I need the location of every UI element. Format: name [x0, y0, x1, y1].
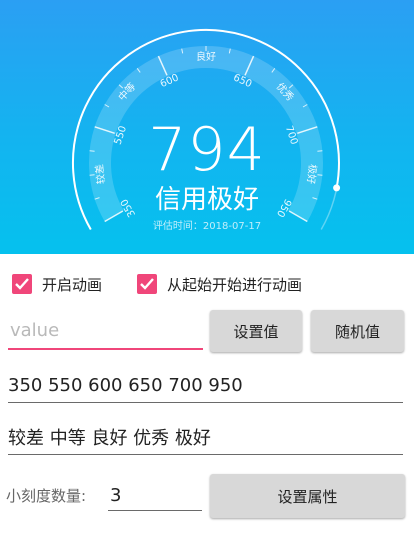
credit-level: 信用极好	[154, 185, 259, 215]
animate-label: 开启动画	[42, 275, 103, 294]
scale-values-input[interactable]	[8, 368, 403, 403]
checkmark-icon	[15, 278, 29, 290]
animate-checkbox[interactable]	[12, 274, 32, 294]
range-label: 良好	[196, 50, 216, 63]
set-attributes-button[interactable]: 设置属性	[210, 474, 405, 518]
random-value-button[interactable]: 随机值	[311, 310, 404, 352]
checkmark-icon	[140, 278, 154, 290]
credit-score: 794	[148, 115, 266, 185]
animate-option[interactable]: 开启动画	[12, 270, 102, 298]
range-labels-input[interactable]	[8, 420, 403, 455]
set-value-button[interactable]: 设置值	[210, 310, 302, 352]
tick-count-input[interactable]	[108, 480, 202, 511]
from-start-label: 从起始开始进行动画	[167, 275, 303, 294]
from-start-checkbox[interactable]	[137, 274, 157, 294]
value-input[interactable]	[8, 312, 203, 350]
evaluation-date: 评估时间：2018-07-17	[152, 221, 262, 232]
credit-gauge-panel: 350 550 600 650 700 950 较差 中等 良好 优秀 极好 794 信用极好 评估…	[0, 0, 414, 254]
tick-count-label: 小刻度数量:	[6, 487, 87, 505]
from-start-option[interactable]: 从起始开始进行动画	[137, 270, 302, 298]
